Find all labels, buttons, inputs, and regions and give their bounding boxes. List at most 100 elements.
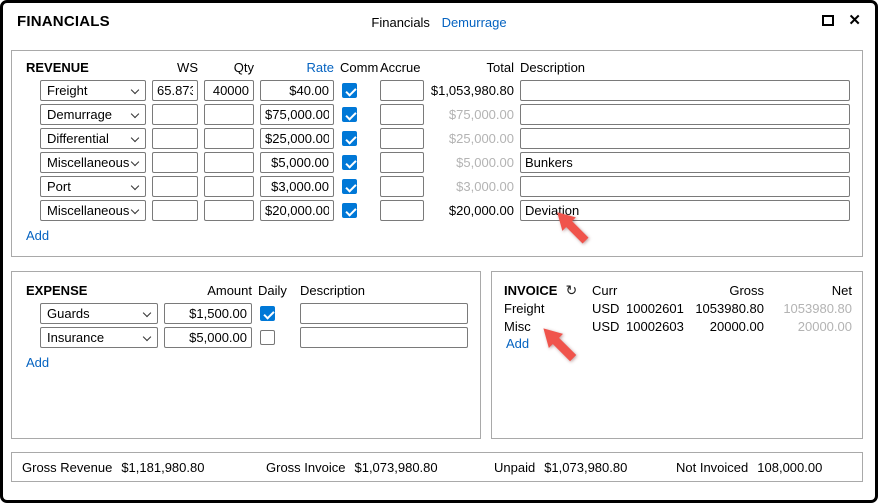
unpaid-label: Unpaid (494, 460, 535, 475)
qty-input[interactable] (204, 152, 254, 173)
revenue-row: Differential $25,000.00 (40, 128, 850, 149)
expense-type-select[interactable]: Guards (40, 303, 158, 324)
not-invoiced-label: Not Invoiced (676, 460, 748, 475)
col-header-total: Total (430, 60, 514, 75)
expense-type-value: Guards (47, 306, 90, 321)
rate-input[interactable] (260, 128, 334, 149)
title-bar: FINANCIALS Financials Demurrage ✕ (3, 3, 875, 43)
amount-input[interactable] (164, 303, 252, 324)
description-input[interactable] (520, 104, 850, 125)
add-expense-link[interactable]: Add (26, 355, 49, 370)
comm-checkbox[interactable] (342, 83, 357, 98)
chevron-down-icon (131, 110, 139, 118)
gross-revenue-label: Gross Revenue (22, 460, 112, 475)
revenue-row: Demurrage $75,000.00 (40, 104, 850, 125)
expense-type-select[interactable]: Insurance (40, 327, 158, 348)
description-input[interactable] (520, 128, 850, 149)
revenue-type-value: Demurrage (47, 107, 112, 122)
invoice-number[interactable]: 10002601 (626, 301, 686, 316)
col-header-comm: Comm (340, 60, 374, 75)
ws-input[interactable] (152, 200, 198, 221)
rate-input[interactable] (260, 200, 334, 221)
qty-input[interactable] (204, 176, 254, 197)
add-revenue-link[interactable]: Add (26, 228, 49, 243)
accrue-input[interactable] (380, 80, 424, 101)
chevron-down-icon (131, 206, 139, 214)
revenue-row: Port $3,000.00 (40, 176, 850, 197)
comm-checkbox[interactable] (342, 203, 357, 218)
expense-row: Insurance (40, 327, 468, 348)
invoice-currency: USD (592, 301, 622, 316)
summary-bar: Gross Revenue$1,181,980.80 Gross Invoice… (11, 452, 863, 482)
refresh-icon[interactable]: ↻ (565, 283, 577, 297)
description-input[interactable] (520, 80, 850, 101)
ws-input[interactable] (152, 128, 198, 149)
rate-input[interactable] (260, 104, 334, 125)
add-invoice-link[interactable]: Add (506, 336, 529, 351)
qty-input[interactable] (204, 80, 254, 101)
not-invoiced-value: 108,000.00 (757, 460, 822, 475)
revenue-type-select[interactable]: Differential (40, 128, 146, 149)
description-input[interactable] (520, 176, 850, 197)
comm-checkbox[interactable] (342, 155, 357, 170)
ws-input[interactable] (152, 80, 198, 101)
daily-checkbox[interactable] (260, 306, 275, 321)
expense-title: EXPENSE (26, 283, 158, 298)
revenue-row: Miscellaneous $5,000.00 (40, 152, 850, 173)
total-value: $1,053,980.80 (430, 83, 514, 98)
rate-input[interactable] (260, 152, 334, 173)
invoice-net: 1053980.80 (768, 301, 852, 316)
tab-demurrage[interactable]: Demurrage (442, 15, 507, 30)
accrue-input[interactable] (380, 176, 424, 197)
invoice-currency: USD (592, 319, 622, 334)
col-header-rate-link[interactable]: Rate (260, 60, 334, 75)
invoice-number[interactable]: 10002603 (626, 319, 686, 334)
col-header-ws: WS (152, 60, 198, 75)
accrue-input[interactable] (380, 200, 424, 221)
window-controls: ✕ (822, 13, 861, 28)
revenue-type-select[interactable]: Miscellaneous (40, 152, 146, 173)
col-header-description: Description (300, 283, 468, 298)
gross-invoice-summary: Gross Invoice$1,073,980.80 (266, 460, 438, 475)
accrue-input[interactable] (380, 128, 424, 149)
daily-checkbox[interactable] (260, 330, 275, 345)
total-value: $5,000.00 (430, 155, 514, 170)
comm-checkbox[interactable] (342, 107, 357, 122)
comm-checkbox[interactable] (342, 131, 357, 146)
amount-input[interactable] (164, 327, 252, 348)
revenue-type-select[interactable]: Demurrage (40, 104, 146, 125)
revenue-type-select[interactable]: Freight (40, 80, 146, 101)
tab-financials[interactable]: Financials (371, 15, 430, 30)
description-input[interactable] (300, 327, 468, 348)
col-header-gross: Gross (690, 283, 764, 298)
rate-input[interactable] (260, 176, 334, 197)
qty-input[interactable] (204, 200, 254, 221)
annotation-arrow-deviation (553, 208, 593, 248)
col-header-amount: Amount (164, 283, 252, 298)
ws-input[interactable] (152, 104, 198, 125)
breadcrumb: Financials Demurrage (3, 15, 875, 30)
description-input[interactable] (300, 303, 468, 324)
col-header-qty: Qty (204, 60, 254, 75)
description-input[interactable] (520, 152, 850, 173)
accrue-input[interactable] (380, 152, 424, 173)
qty-input[interactable] (204, 128, 254, 149)
ws-input[interactable] (152, 176, 198, 197)
qty-input[interactable] (204, 104, 254, 125)
revenue-type-select[interactable]: Miscellaneous (40, 200, 146, 221)
col-header-description: Description (520, 60, 850, 75)
ws-input[interactable] (152, 152, 198, 173)
close-icon[interactable]: ✕ (848, 13, 861, 28)
invoice-label: Freight (504, 301, 588, 316)
rate-input[interactable] (260, 80, 334, 101)
total-value: $20,000.00 (430, 203, 514, 218)
maximize-icon[interactable] (822, 15, 834, 26)
revenue-row: Miscellaneous $20,000.00 (40, 200, 850, 221)
total-value: $3,000.00 (430, 179, 514, 194)
accrue-input[interactable] (380, 104, 424, 125)
revenue-type-select[interactable]: Port (40, 176, 146, 197)
comm-checkbox[interactable] (342, 179, 357, 194)
annotation-arrow-misc (539, 324, 581, 366)
chevron-down-icon (131, 158, 139, 166)
chevron-down-icon (131, 182, 139, 190)
